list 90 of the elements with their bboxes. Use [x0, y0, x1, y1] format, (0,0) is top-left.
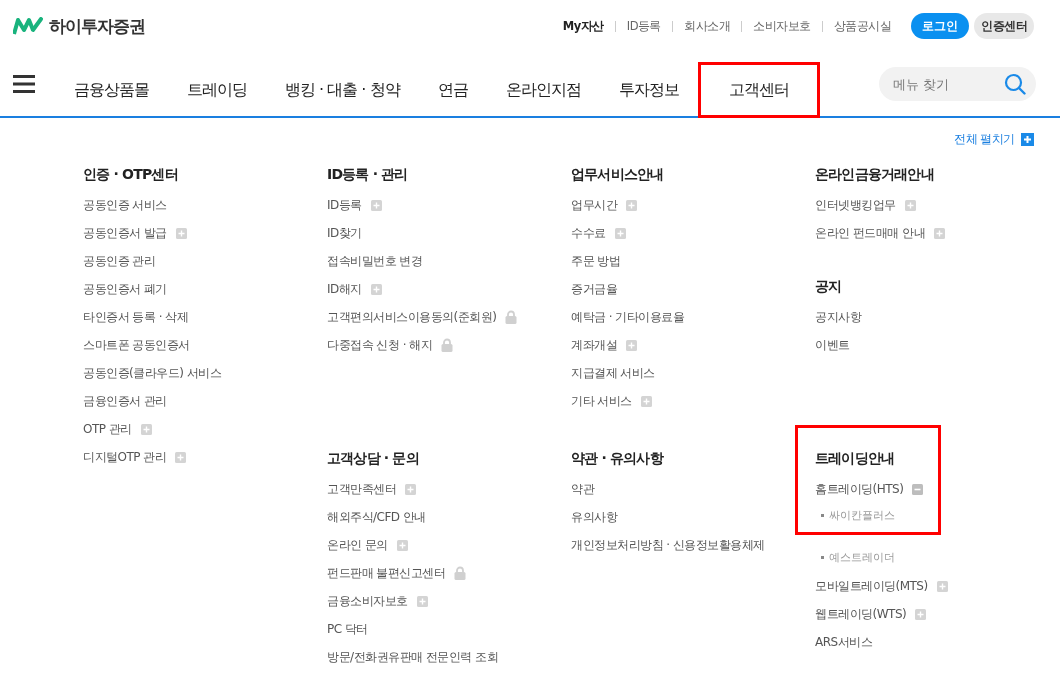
plus-icon[interactable]: [140, 423, 152, 435]
section-title: ID등록 · 관리: [327, 165, 409, 184]
menu-icon[interactable]: [13, 75, 35, 93]
menu-link[interactable]: 공동인증서 폐기: [83, 280, 167, 298]
menu-link[interactable]: 고객만족센터: [327, 480, 396, 498]
plus-icon[interactable]: [370, 199, 382, 211]
menu-link[interactable]: 해외주식/CFD 안내: [327, 508, 426, 526]
menu-link[interactable]: 다중접속 신청 · 해지: [327, 336, 433, 354]
menu-link[interactable]: 고객편의서비스이용동의(준회원): [327, 308, 497, 326]
section-title: 약관 · 유의사항: [571, 449, 665, 468]
plus-icon[interactable]: [405, 483, 416, 495]
util-link[interactable]: 상품공시실: [833, 18, 891, 34]
menu-link[interactable]: 업무시간: [571, 196, 617, 214]
menu-link[interactable]: 기타 서비스: [571, 392, 632, 410]
brand-name[interactable]: 하이투자증권: [49, 14, 145, 38]
menu-link[interactable]: 공동인증서 발급: [83, 224, 167, 242]
menu-link[interactable]: 공지사항: [815, 308, 861, 326]
menu-link[interactable]: 약관: [571, 480, 594, 498]
plus-icon[interactable]: [370, 283, 382, 295]
menu-link[interactable]: ARS서비스: [815, 633, 873, 651]
nav-tab[interactable]: 투자정보: [599, 62, 698, 118]
menu-link[interactable]: 공동인증 관리: [83, 252, 156, 270]
search-icon[interactable]: [1004, 73, 1026, 95]
util-link[interactable]: 소비자보호: [753, 18, 811, 34]
plus-icon[interactable]: [416, 595, 428, 607]
plus-icon[interactable]: [626, 199, 637, 211]
menu-link[interactable]: ID등록: [327, 196, 362, 214]
menu-link[interactable]: 방문/전화권유판매 전문인력 조회: [327, 648, 499, 666]
menu-link[interactable]: 지급결제 서비스: [571, 364, 655, 382]
search-field[interactable]: 메뉴 찾기: [879, 67, 1036, 101]
plus-icon[interactable]: [640, 395, 652, 407]
nav-tab[interactable]: 고객센터: [697, 62, 820, 118]
minus-icon[interactable]: [912, 483, 924, 495]
menu-link[interactable]: OTP 관리: [83, 420, 132, 438]
lock-icon: [505, 310, 518, 324]
nav-tab[interactable]: 뱅킹 · 대출 · 청약: [266, 62, 419, 118]
plus-icon[interactable]: [175, 227, 187, 239]
menu-link[interactable]: 펀드판매 불편신고센터: [327, 564, 446, 582]
plus-icon[interactable]: [904, 199, 916, 211]
nav-tab[interactable]: 금융상품몰: [55, 62, 168, 118]
menu-link[interactable]: 인터넷뱅킹업무: [815, 196, 896, 214]
menu-link[interactable]: 개인정보처리방침 · 신용정보활용체제: [571, 536, 765, 554]
plus-icon[interactable]: [1021, 132, 1034, 146]
menu-link[interactable]: 모바일트레이딩(MTS): [815, 577, 928, 595]
menu-link[interactable]: 온라인 문의: [327, 536, 388, 554]
menu-link[interactable]: 계좌개설: [571, 336, 617, 354]
plus-icon[interactable]: [626, 339, 637, 351]
nav-tab[interactable]: 트레이딩: [168, 62, 266, 118]
plus-icon[interactable]: [175, 451, 187, 463]
cert-center-button[interactable]: 인증센터: [974, 13, 1034, 39]
section-title: 고객상담 · 문의: [327, 449, 420, 468]
logo-icon: [13, 17, 43, 35]
menu-link[interactable]: 웹트레이딩(WTS): [815, 605, 907, 623]
util-link[interactable]: 회사소개: [684, 18, 730, 34]
menu-link[interactable]: 공동인증(클라우드) 서비스: [83, 364, 222, 382]
menu-link[interactable]: 금융인증서 관리: [83, 392, 167, 410]
section-title: 공지: [815, 277, 843, 296]
nav-tab[interactable]: 온라인지점: [486, 62, 600, 118]
section-title: 인증 · OTP센터: [83, 165, 179, 184]
menu-link[interactable]: 스마트폰 공동인증서: [83, 336, 190, 354]
menu-link[interactable]: 홈트레이딩(HTS): [815, 480, 904, 498]
menu-link[interactable]: 접속비밀번호 변경: [327, 252, 423, 270]
section-title: 트레이딩안내: [815, 449, 896, 468]
plus-icon[interactable]: [614, 227, 626, 239]
menu-link[interactable]: 공동인증 서비스: [83, 196, 167, 214]
menu-link[interactable]: PC 닥터: [327, 620, 368, 638]
util-link[interactable]: ID등록: [626, 18, 661, 34]
menu-link[interactable]: 유의사항: [571, 508, 617, 526]
lock-icon: [454, 566, 467, 580]
menu-link[interactable]: 타인증서 등록 · 삭제: [83, 308, 189, 326]
menu-link[interactable]: 금융소비자보호: [327, 592, 408, 610]
nav-tab[interactable]: 연금: [418, 62, 487, 118]
expand-all-link[interactable]: 전체 펼치기: [954, 130, 1015, 148]
menu-link[interactable]: 수수료: [571, 224, 606, 242]
plus-icon[interactable]: [915, 608, 927, 620]
menu-link[interactable]: 주문 방법: [571, 252, 621, 270]
menu-link[interactable]: 예탁금 · 기타이용료율: [571, 308, 685, 326]
plus-icon[interactable]: [934, 227, 946, 239]
plus-icon[interactable]: [936, 580, 948, 592]
menu-link[interactable]: 온라인 펀드매매 안내: [815, 224, 926, 242]
menu-link[interactable]: ID찾기: [327, 224, 362, 242]
menu-link[interactable]: ID해지: [327, 280, 362, 298]
lock-icon: [441, 338, 454, 352]
section-title: 온라인금융거래안내: [815, 165, 935, 184]
util-link[interactable]: My자산: [562, 18, 604, 34]
plus-icon[interactable]: [396, 539, 408, 551]
section-title: 업무서비스안내: [571, 165, 665, 184]
menu-link[interactable]: 증거금율: [571, 280, 617, 298]
menu-link[interactable]: 디지털OTP 관리: [83, 448, 167, 466]
menu-link[interactable]: 이벤트: [815, 336, 850, 354]
